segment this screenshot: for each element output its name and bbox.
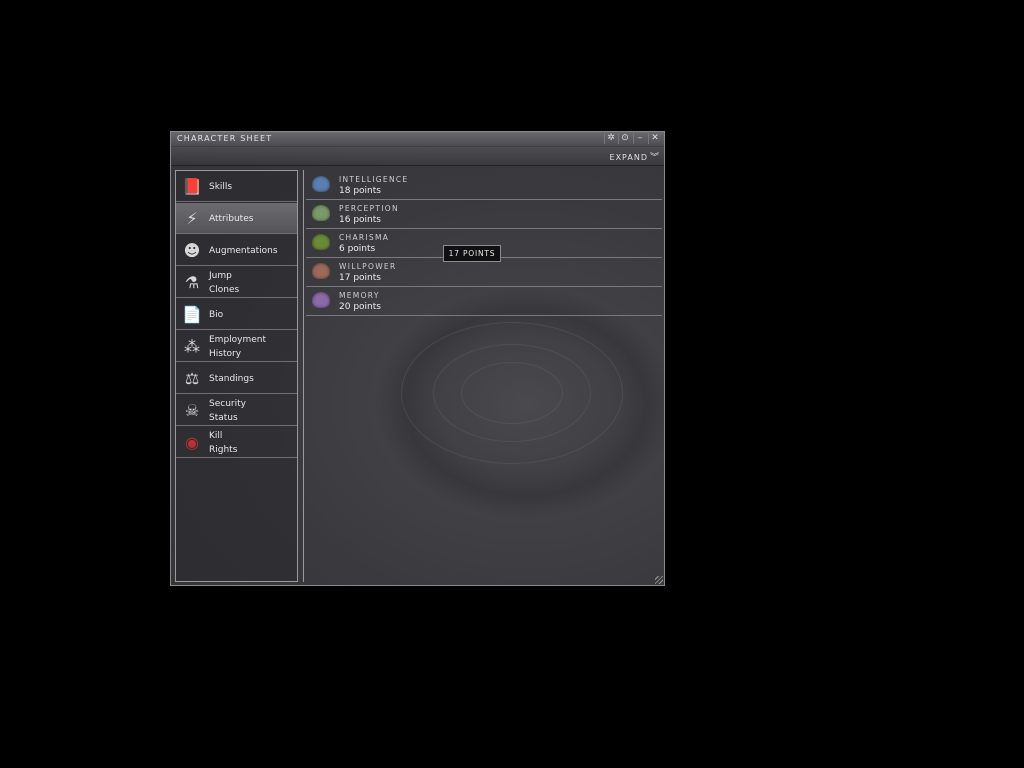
memory-icon — [312, 292, 330, 308]
attribute-row-intelligence[interactable]: INTELLIGENCE 18 points — [306, 171, 662, 200]
settings-icon[interactable]: ⊙ — [618, 133, 631, 144]
sidebar-item-label: Bio — [209, 310, 224, 320]
willpower-icon — [312, 263, 330, 279]
minimize-icon[interactable]: – — [633, 133, 646, 144]
sidebar-item-label: Employment History — [209, 335, 267, 359]
sidebar-item-security-status[interactable]: ☠ Security Status — [176, 395, 297, 426]
sidebar-item-skills[interactable]: 📕 Skills — [176, 171, 297, 202]
intelligence-icon — [312, 176, 330, 192]
sidebar: 📕 Skills ⚡ Attributes ☻ Augmentations ⚗ … — [175, 170, 298, 582]
attributes-panel: INTELLIGENCE 18 points PERCEPTION 16 poi… — [303, 170, 662, 582]
security-status-icon: ☠ — [184, 401, 200, 420]
tooltip: 17 POINTS — [443, 245, 501, 262]
sidebar-item-label: Attributes — [209, 214, 254, 224]
attribute-name: INTELLIGENCE — [339, 175, 409, 184]
attribute-value: 20 points — [339, 302, 381, 312]
attribute-value: 6 points — [339, 244, 376, 254]
attribute-value: 16 points — [339, 215, 381, 225]
sidebar-item-kill-rights[interactable]: ◉ Kill Rights — [176, 427, 297, 458]
attribute-row-willpower[interactable]: WILLPOWER 17 points — [306, 258, 662, 287]
close-icon[interactable]: ✕ — [648, 133, 661, 144]
attribute-name: PERCEPTION — [339, 204, 399, 213]
sidebar-item-jump-clones[interactable]: ⚗ Jump Clones — [176, 267, 297, 298]
sidebar-item-augmentations[interactable]: ☻ Augmentations — [176, 235, 297, 266]
employment-history-icon: ⁂ — [184, 337, 200, 356]
expand-label: EXPAND — [609, 153, 648, 162]
perception-icon — [312, 205, 330, 221]
attribute-value: 18 points — [339, 186, 381, 196]
sidebar-item-label: Standings — [209, 374, 254, 384]
chevron-down-icon: ︾ — [649, 153, 660, 163]
standings-icon: ⚖ — [184, 369, 200, 388]
attribute-name: WILLPOWER — [339, 262, 397, 271]
sidebar-item-standings[interactable]: ⚖ Standings — [176, 363, 297, 394]
sidebar-item-label: Augmentations — [209, 246, 278, 256]
sidebar-item-label: Security Status — [209, 399, 246, 423]
sidebar-item-label: Kill Rights — [209, 431, 238, 455]
skills-book-icon: 📕 — [182, 177, 202, 196]
attribute-value: 17 points — [339, 273, 381, 283]
sidebar-item-label: Skills — [209, 182, 233, 192]
bio-document-icon: 📄 — [182, 305, 202, 324]
sidebar-item-employment-history[interactable]: ⁂ Employment History — [176, 331, 297, 362]
attribute-name: MEMORY — [339, 291, 380, 300]
augmentations-icon: ☻ — [183, 241, 201, 260]
expand-button[interactable]: EXPAND ︾ — [610, 150, 660, 163]
sidebar-item-bio[interactable]: 📄 Bio — [176, 299, 297, 330]
attributes-icon: ⚡ — [186, 209, 198, 228]
attribute-row-memory[interactable]: MEMORY 20 points — [306, 287, 662, 316]
resize-handle[interactable] — [655, 576, 663, 584]
header-bar — [171, 146, 664, 166]
charisma-icon — [312, 234, 330, 250]
sidebar-item-label: Jump Clones — [209, 271, 240, 295]
sidebar-item-attributes[interactable]: ⚡ Attributes — [176, 203, 297, 234]
window-title: CHARACTER SHEET — [177, 134, 273, 143]
kill-rights-icon: ◉ — [185, 433, 199, 452]
attribute-row-perception[interactable]: PERCEPTION 16 points — [306, 200, 662, 229]
character-sheet-window: CHARACTER SHEET ✲ ⊙ – ✕ EXPAND ︾ 📕 Skills… — [170, 131, 665, 586]
pin-icon[interactable]: ✲ — [604, 133, 617, 144]
attribute-name: CHARISMA — [339, 233, 390, 242]
title-bar[interactable]: CHARACTER SHEET ✲ ⊙ – ✕ — [171, 132, 664, 147]
jump-clones-icon: ⚗ — [184, 273, 200, 292]
